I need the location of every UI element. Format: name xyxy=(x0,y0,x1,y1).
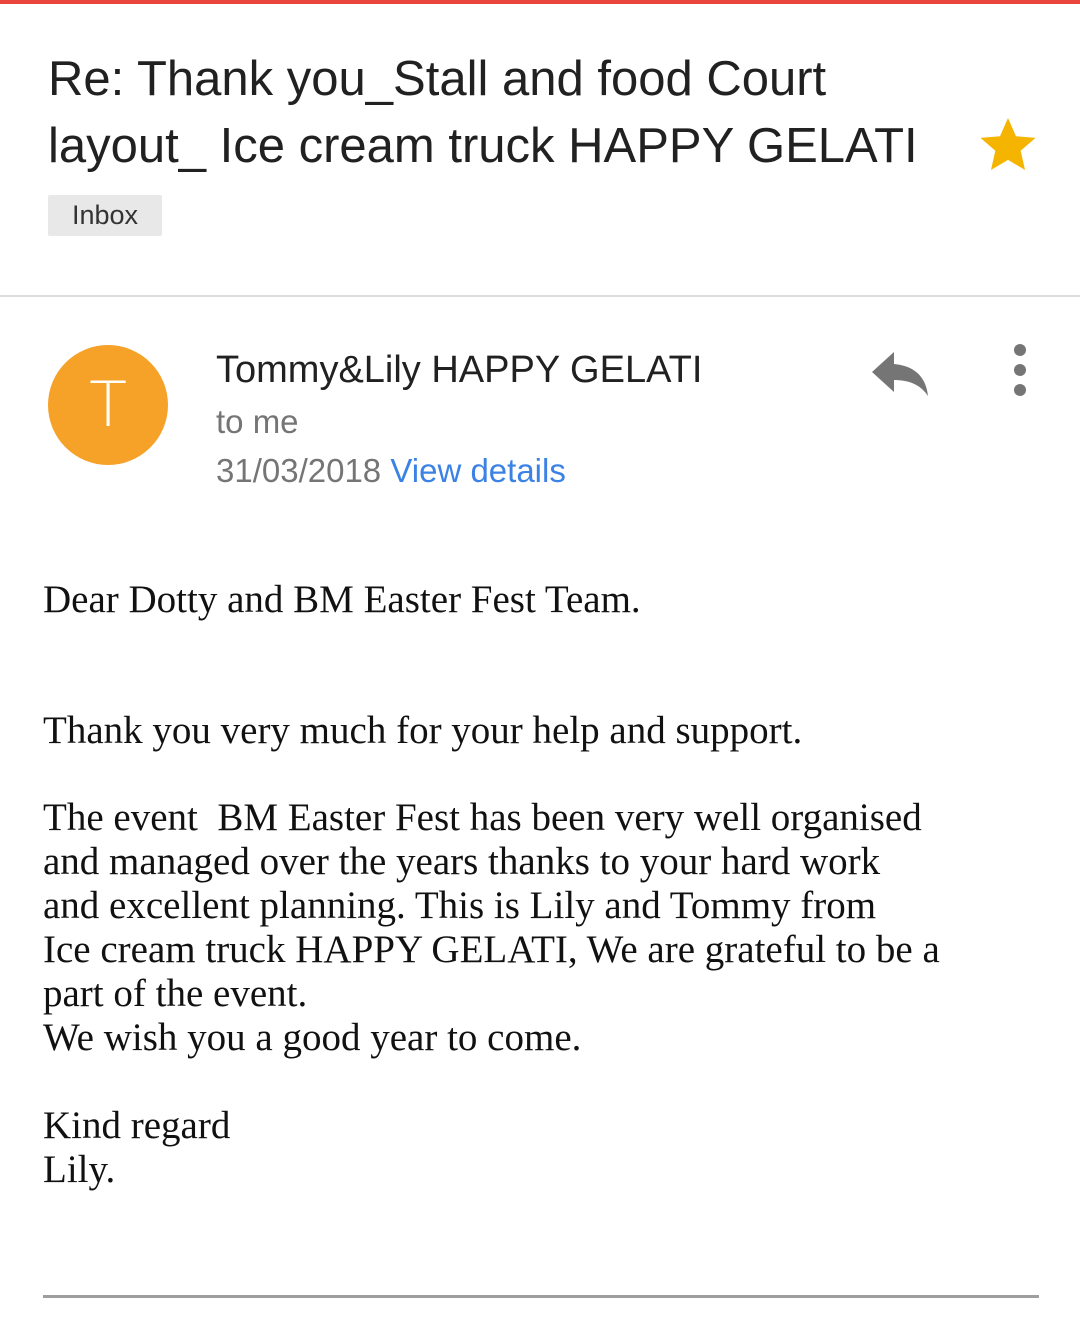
email-body: Dear Dotty and BM Easter Fest Team. Than… xyxy=(43,578,1043,1192)
view-details-link[interactable]: View details xyxy=(390,452,566,489)
main-paragraph: The event BM Easter Fest has been very w… xyxy=(43,796,940,1059)
recipient-line: to me xyxy=(216,403,299,440)
reply-icon[interactable] xyxy=(868,342,932,400)
inbox-label-chip[interactable]: Inbox xyxy=(48,195,163,236)
date-line: 31/03/2018 View details xyxy=(216,449,566,493)
thanks-text: Thank you very much for your help and su… xyxy=(43,709,803,752)
email-subject: Re: Thank you_Stall and food Court layou… xyxy=(48,52,918,173)
body-divider xyxy=(43,1295,1039,1298)
star-icon[interactable] xyxy=(975,112,1041,178)
closing-text: Kind regard Lily. xyxy=(43,1104,231,1191)
email-date: 31/03/2018 xyxy=(216,452,382,489)
greeting-text: Dear Dotty and BM Easter Fest Team. xyxy=(43,578,641,621)
avatar[interactable]: T xyxy=(48,345,168,465)
header-divider xyxy=(0,295,1080,297)
more-vert-icon[interactable] xyxy=(998,344,1042,396)
sender-name: Tommy&Lily HAPPY GELATI xyxy=(216,349,703,391)
top-accent-bar xyxy=(0,0,1080,4)
